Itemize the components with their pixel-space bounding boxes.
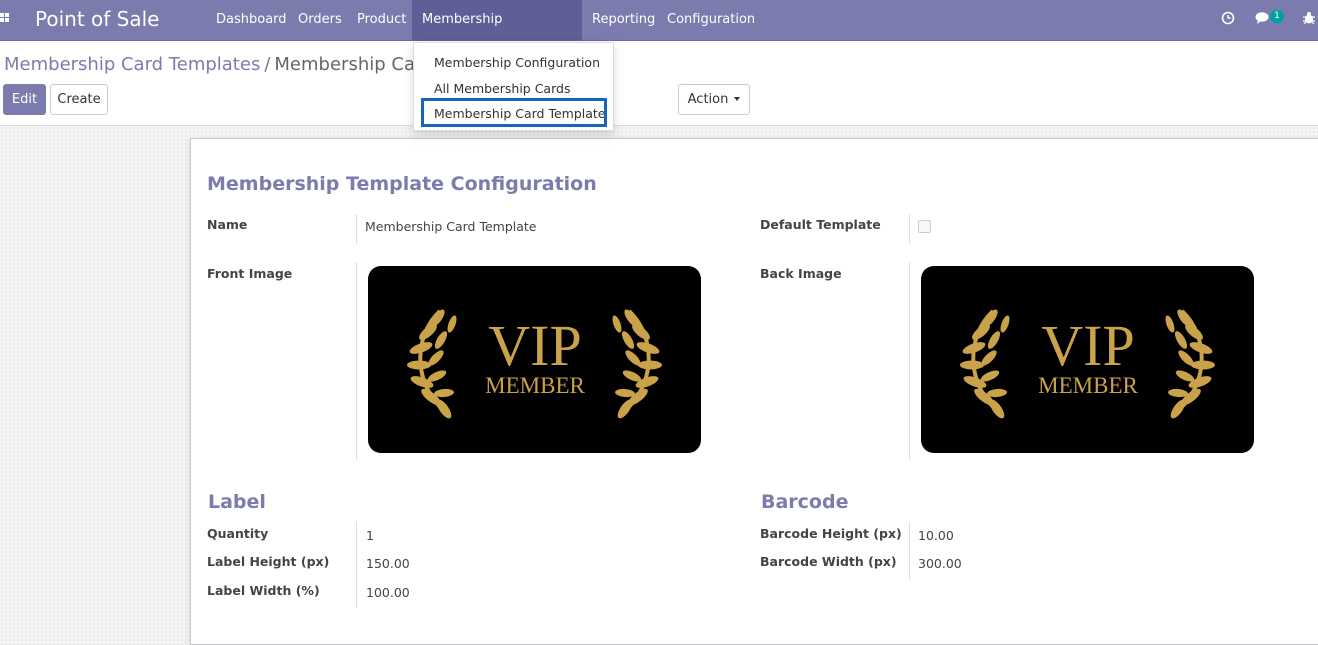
label-width-value: 100.00 <box>366 585 410 600</box>
menu-dashboard[interactable]: Dashboard <box>206 0 297 41</box>
front-image-separator <box>356 262 357 460</box>
clock-icon[interactable] <box>1221 11 1235 29</box>
default-template-checkbox[interactable] <box>918 220 931 233</box>
vip-text: VIP <box>488 313 581 378</box>
vip-laurel-graphic: VIP MEMBER <box>960 309 1215 419</box>
member-text: MEMBER <box>485 373 585 398</box>
back-image-separator <box>909 262 910 460</box>
menu-orders[interactable]: Orders <box>288 0 352 41</box>
app-brand[interactable]: Point of Sale <box>35 6 159 32</box>
apps-grid-icon[interactable] <box>0 13 12 27</box>
menu-product[interactable]: Product <box>347 0 416 41</box>
menu-configuration[interactable]: Configuration <box>657 0 765 41</box>
front-image-vip-card[interactable]: VIP MEMBER <box>368 266 701 453</box>
barcode-width-label: Barcode Width (px) <box>760 554 897 569</box>
quantity-label: Quantity <box>207 526 269 541</box>
breadcrumb: Membership Card Templates / Membership Car… <box>4 54 450 76</box>
barcode-section-separator <box>909 522 910 580</box>
back-image-label: Back Image <box>760 266 842 281</box>
label-height-label: Label Height (px) <box>207 554 330 569</box>
section-title-barcode: Barcode <box>761 491 849 513</box>
breadcrumb-separator: / <box>264 54 271 75</box>
default-template-label: Default Template <box>760 217 881 232</box>
barcode-width-value: 300.00 <box>918 556 962 571</box>
top-navbar: Point of Sale Dashboard Orders Product M… <box>0 0 1318 67</box>
edit-button[interactable]: Edit <box>3 84 46 115</box>
barcode-height-label: Barcode Height (px) <box>760 526 902 541</box>
messages-badge: 1 <box>1270 10 1284 23</box>
debug-bug-icon[interactable] <box>1302 11 1316 29</box>
label-width-label: Label Width (%) <box>207 583 320 598</box>
menu-membership-management[interactable]: Membership Management <box>412 0 582 67</box>
create-button[interactable]: Create <box>50 84 108 115</box>
menu-reporting[interactable]: Reporting <box>582 0 665 41</box>
label-height-value: 150.00 <box>366 556 410 571</box>
name-value: Membership Card Template <box>365 219 537 234</box>
front-image-label: Front Image <box>207 266 293 281</box>
member-text: MEMBER <box>1038 373 1138 398</box>
breadcrumb-parent-link[interactable]: Membership Card Templates <box>4 54 260 75</box>
name-label: Name <box>207 217 248 232</box>
label-section-separator <box>356 522 357 608</box>
vip-laurel-graphic: VIP MEMBER <box>407 309 662 419</box>
action-label: Action <box>687 92 729 107</box>
section-title-label: Label <box>208 491 266 513</box>
dropdown-item-highlight-box <box>421 98 607 127</box>
vip-text: VIP <box>1041 313 1134 378</box>
name-separator <box>356 214 357 244</box>
dropdown-item-all-membership-cards[interactable]: All Membership Cards <box>434 81 570 96</box>
quantity-value: 1 <box>366 528 374 543</box>
barcode-height-value: 10.00 <box>918 528 954 543</box>
chat-icon[interactable] <box>1255 11 1271 29</box>
default-template-separator <box>909 214 910 244</box>
form-sheet: Membership Template Configuration Name M… <box>190 138 1318 645</box>
back-image-vip-card[interactable]: VIP MEMBER <box>921 266 1254 453</box>
action-dropdown-button[interactable]: Action <box>678 84 750 115</box>
caret-down-icon <box>734 96 741 101</box>
section-title-membership-template-configuration: Membership Template Configuration <box>207 173 597 195</box>
dropdown-item-membership-configuration[interactable]: Membership Configuration <box>434 55 600 70</box>
